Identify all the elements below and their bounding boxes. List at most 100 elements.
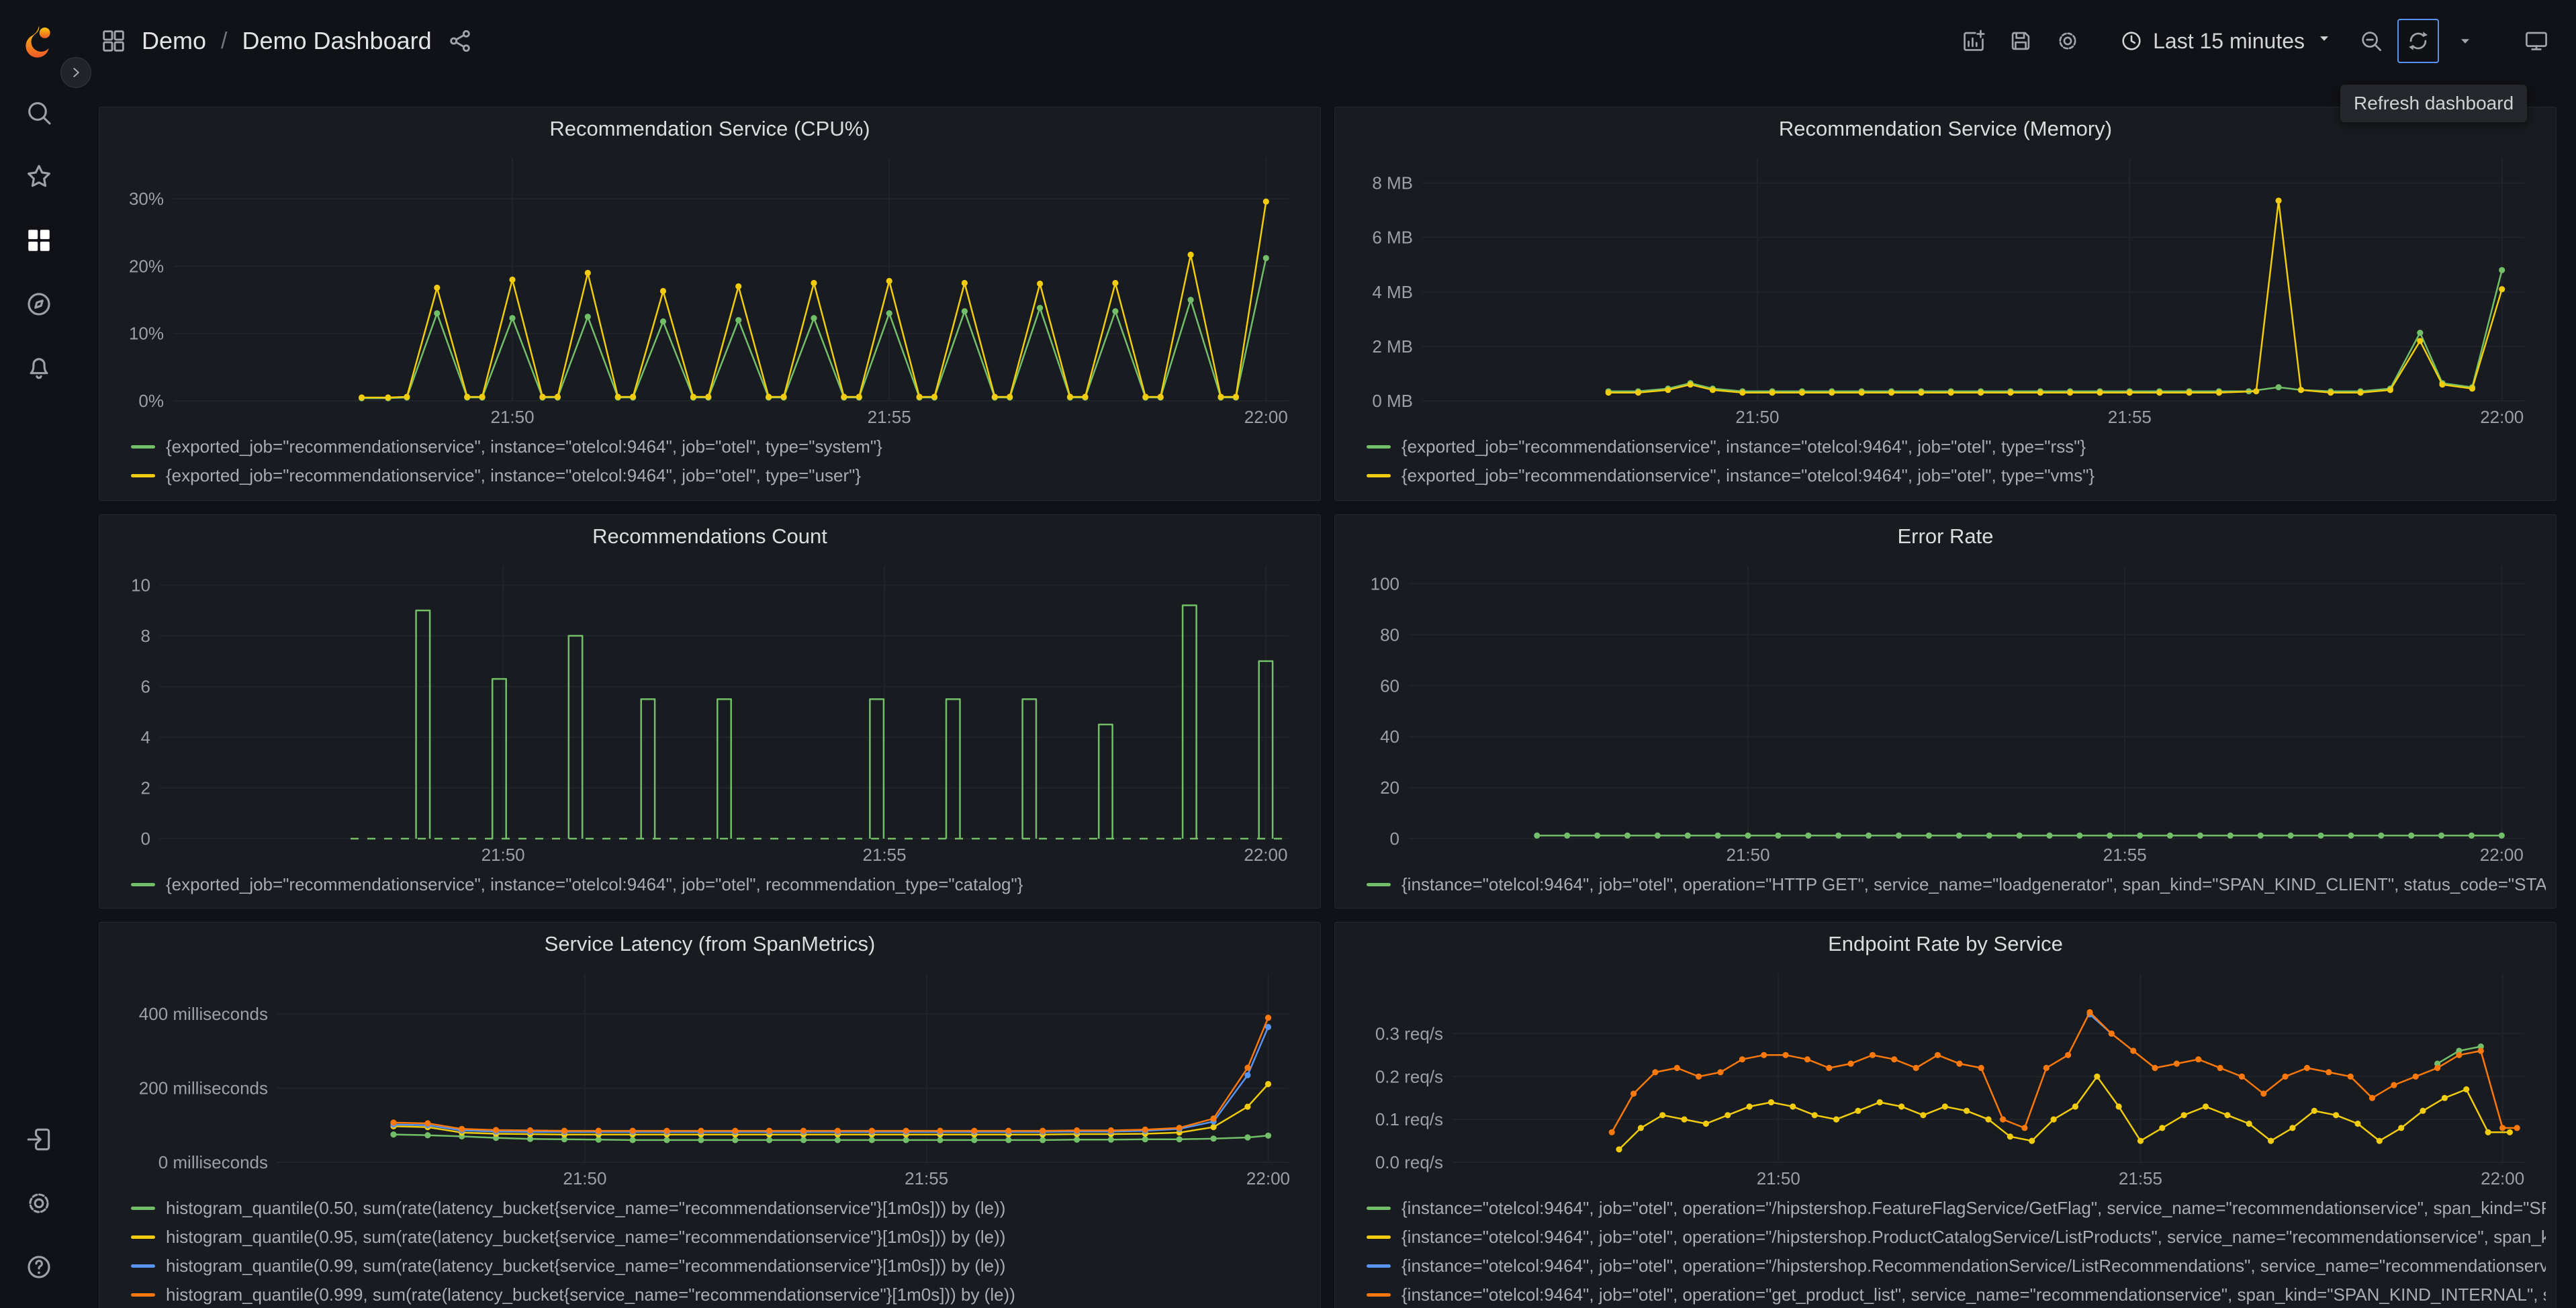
legend-swatch <box>131 1207 155 1210</box>
dashboard-grid: Recommendation Service (CPU%) 0% 10% 20% 30… <box>99 107 2557 1308</box>
time-range-picker[interactable]: Last 15 minutes <box>2109 19 2345 63</box>
sidebar-expand-button[interactable] <box>60 57 91 88</box>
svg-text:0.3 req/s: 0.3 req/s <box>1375 1023 1443 1043</box>
zoom-out-time-button[interactable] <box>2350 19 2392 63</box>
endpoint-rate-chart[interactable]: 0.0 req/s 0.1 req/s 0.2 req/s 0.3 req/s 21:5… <box>1345 966 2547 1194</box>
time-range-label: Last 15 minutes <box>2153 28 2305 53</box>
panel-title[interactable]: Service Latency (from SpanMetrics) <box>109 923 1310 966</box>
legend-item[interactable]: {instance="otelcol:9464", job="otel", op… <box>1367 870 2546 899</box>
legend-item[interactable]: {instance="otelcol:9464", job="otel", op… <box>1367 1252 2546 1280</box>
panel-title[interactable]: Recommendations Count <box>109 515 1310 558</box>
help-icon <box>27 1255 50 1278</box>
svg-text:21:50: 21:50 <box>1757 1168 1800 1188</box>
breadcrumb-dashboard[interactable]: Demo Dashboard <box>242 27 431 55</box>
sidebar-item-explore[interactable] <box>0 272 77 336</box>
panel-error-rate: Error Rate 0 20 40 60 80 100 21:50 21:55 22:00 {… <box>1334 514 2557 908</box>
svg-text:0.2 req/s: 0.2 req/s <box>1375 1066 1443 1086</box>
legend-item[interactable]: histogram_quantile(0.95, sum(rate(latenc… <box>131 1223 1310 1252</box>
legend-item[interactable]: {exported_job="recommendationservice", i… <box>131 870 1310 899</box>
compass-icon <box>27 292 50 316</box>
legend: {exported_job="recommendationservice", i… <box>1345 432 2546 490</box>
sidebar-item-alerting[interactable] <box>0 336 77 400</box>
sidebar-item-help[interactable] <box>0 1235 77 1299</box>
legend-label: histogram_quantile(0.50, sum(rate(latenc… <box>166 1198 1006 1218</box>
legend-item[interactable]: {exported_job="recommendationservice", i… <box>1367 432 2546 461</box>
svg-text:30%: 30% <box>129 189 164 209</box>
panel-title[interactable]: Recommendation Service (CPU%) <box>109 107 1310 150</box>
apps-grid-icon <box>100 28 127 54</box>
sign-in-icon <box>27 1128 50 1150</box>
tv-mode-button[interactable] <box>2516 19 2557 63</box>
legend-label: histogram_quantile(0.99, sum(rate(latenc… <box>166 1256 1006 1276</box>
svg-text:21:55: 21:55 <box>2119 1168 2162 1188</box>
sidebar-item-configuration[interactable] <box>0 1171 77 1235</box>
dashboards-grid-icon <box>28 229 50 251</box>
svg-text:22:00: 22:00 <box>2481 1168 2524 1188</box>
dashboard-settings-button[interactable] <box>2047 19 2088 63</box>
caret-down-icon <box>2461 39 2469 44</box>
gear-icon <box>2059 32 2076 50</box>
svg-text:21:50: 21:50 <box>490 407 534 427</box>
legend-label: {exported_job="recommendationservice", i… <box>1401 465 2095 485</box>
zoom-out-icon <box>2362 32 2381 51</box>
grafana-logo[interactable] <box>0 17 77 66</box>
svg-text:20: 20 <box>1380 778 1399 798</box>
legend-item[interactable]: {exported_job="recommendationservice", i… <box>131 461 1310 490</box>
memory-chart[interactable]: 0 MB 2 MB 4 MB 6 MB 8 MB 21:50 21:55 22:00 <box>1345 150 2547 432</box>
legend-item[interactable]: histogram_quantile(0.50, sum(rate(latenc… <box>131 1194 1310 1223</box>
gear-icon <box>28 1193 49 1213</box>
sidebar-item-starred[interactable] <box>0 144 77 208</box>
sidebar-item-dashboards[interactable] <box>0 208 77 272</box>
refresh-tooltip: Refresh dashboard <box>2340 85 2528 122</box>
legend-label: histogram_quantile(0.95, sum(rate(latenc… <box>166 1227 1006 1247</box>
legend-item[interactable]: {exported_job="recommendationservice", i… <box>1367 461 2546 490</box>
legend: {exported_job="recommendationservice", i… <box>109 432 1310 490</box>
legend: {exported_job="recommendationservice", i… <box>109 870 1310 899</box>
sidebar-item-sign-in[interactable] <box>0 1107 77 1171</box>
share-dashboard-button[interactable] <box>447 28 473 54</box>
save-dashboard-button[interactable] <box>2000 19 2041 63</box>
panel-memory: Recommendation Service (Memory) 0 MB 2 MB… <box>1334 107 2557 501</box>
svg-text:100: 100 <box>1371 574 1399 594</box>
svg-text:21:55: 21:55 <box>2103 845 2147 865</box>
sidebar-item-search[interactable] <box>0 81 77 144</box>
star-icon <box>27 165 50 187</box>
legend-swatch <box>1367 445 1391 449</box>
svg-text:2 MB: 2 MB <box>1372 336 1413 357</box>
refresh-dashboard-button[interactable] <box>2397 19 2439 63</box>
svg-text:0.1 req/s: 0.1 req/s <box>1375 1109 1443 1129</box>
legend-label: {instance="otelcol:9464", job="otel", op… <box>1401 1284 2546 1305</box>
add-panel-button[interactable] <box>1953 19 1994 63</box>
refresh-interval-dropdown[interactable] <box>2444 19 2486 63</box>
bell-icon <box>30 357 48 379</box>
legend: histogram_quantile(0.50, sum(rate(latenc… <box>109 1194 1310 1308</box>
error-rate-chart[interactable]: 0 20 40 60 80 100 21:50 21:55 22:00 <box>1345 558 2547 870</box>
chevron-right-icon <box>73 68 79 77</box>
legend-label: {exported_job="recommendationservice", i… <box>1401 436 2086 457</box>
legend-swatch <box>1367 883 1391 886</box>
legend-label: {instance="otelcol:9464", job="otel", op… <box>1401 1256 2546 1276</box>
legend-item[interactable]: histogram_quantile(0.99, sum(rate(latenc… <box>131 1252 1310 1280</box>
legend-swatch <box>131 1264 155 1268</box>
panel-title[interactable]: Error Rate <box>1345 515 2546 558</box>
svg-text:10: 10 <box>131 575 150 595</box>
legend-item[interactable]: {instance="otelcol:9464", job="otel", op… <box>1367 1194 2546 1223</box>
legend-item[interactable]: {instance="otelcol:9464", job="otel", op… <box>1367 1223 2546 1252</box>
legend-label: {exported_job="recommendationservice", i… <box>166 436 882 457</box>
legend-swatch <box>1367 474 1391 477</box>
legend-item[interactable]: {instance="otelcol:9464", job="otel", op… <box>1367 1280 2546 1308</box>
svg-text:22:00: 22:00 <box>2480 407 2524 427</box>
panel-title[interactable]: Endpoint Rate by Service <box>1345 923 2546 966</box>
legend-swatch <box>1367 1235 1391 1239</box>
breadcrumb: Demo / Demo Dashboard <box>100 27 473 55</box>
recommendations-count-chart[interactable]: 0 2 4 6 8 10 21:50 21:55 22:00 <box>109 558 1312 870</box>
service-latency-chart[interactable]: 0 milliseconds 200 milliseconds 400 millis… <box>109 966 1312 1194</box>
breadcrumb-folder[interactable]: Demo <box>142 27 206 55</box>
legend-item[interactable]: {exported_job="recommendationservice", i… <box>131 432 1310 461</box>
svg-text:60: 60 <box>1380 675 1399 696</box>
svg-text:0 milliseconds: 0 milliseconds <box>158 1152 268 1172</box>
legend-item[interactable]: histogram_quantile(0.999, sum(rate(laten… <box>131 1280 1310 1308</box>
share-alt-icon <box>449 30 470 52</box>
panel-cpu: Recommendation Service (CPU%) 0% 10% 20% 30… <box>99 107 1321 501</box>
cpu-chart[interactable]: 0% 10% 20% 30% 21:50 21:55 22:00 <box>109 150 1312 432</box>
